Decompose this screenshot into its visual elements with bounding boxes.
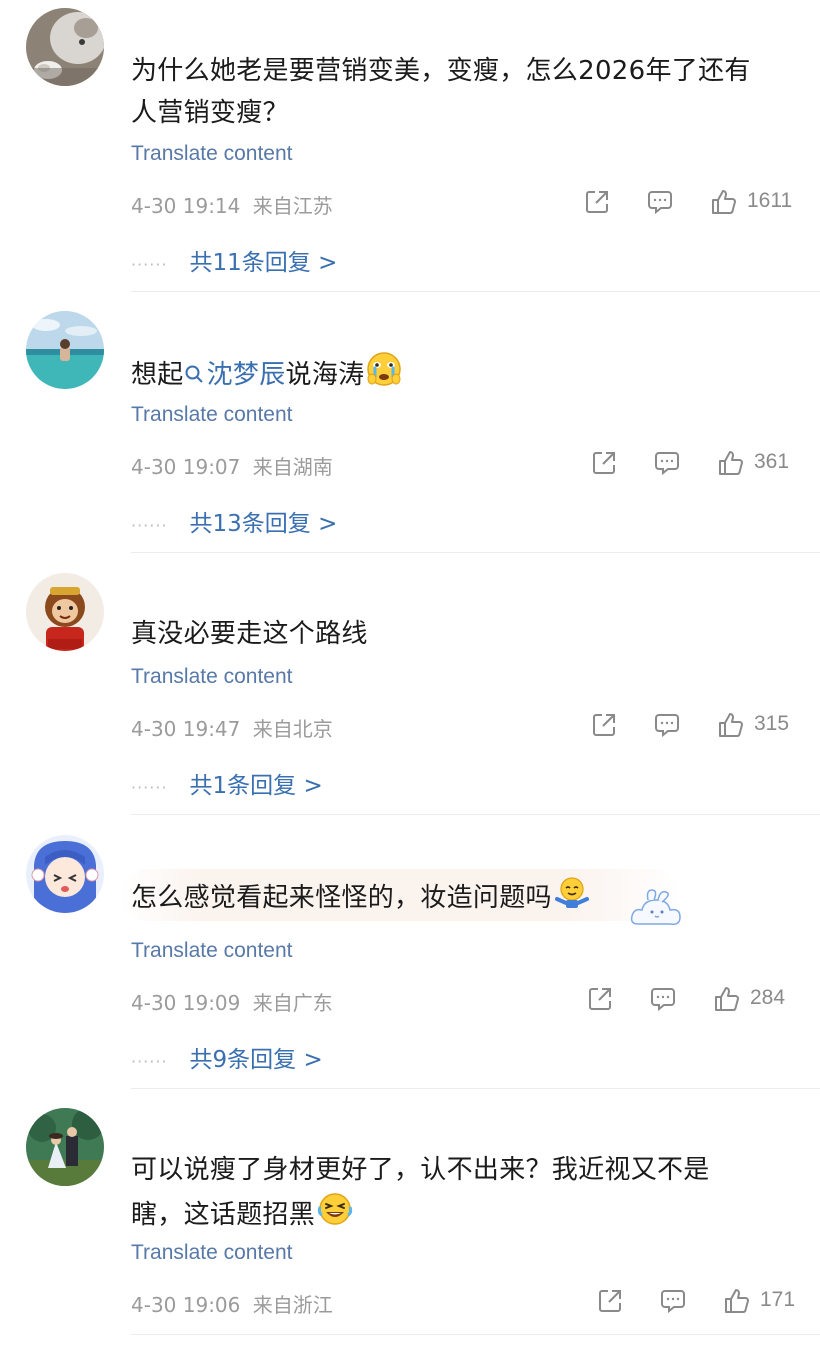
comment-text-line: 为什么她老是要营销变美，变瘦，怎么2026年了还有 (131, 56, 751, 86)
avatar-cartoon-monkey-image (26, 573, 104, 651)
like-count: 284 (750, 986, 786, 1009)
comment-text-line: 可以说瘦了身材更好了，认不出来？我近视又不是 (131, 1155, 710, 1185)
comment-text: 怎么感觉看起来怪怪的，妆造问题吗 (131, 874, 801, 923)
share-icon[interactable] (596, 1287, 624, 1319)
translate-link[interactable]: Translate content (131, 403, 292, 427)
share-icon[interactable] (590, 711, 618, 743)
comment-time: 4-30 19:06 (131, 1293, 241, 1317)
comment-text-line: 人营销变瘦？ (131, 98, 289, 128)
avatar-anime-girl-image (26, 835, 104, 913)
mention-name: 沈梦辰 (206, 360, 286, 390)
comment-item: 怎么感觉看起来怪怪的，妆造问题吗 Translate content 4-30 … (0, 816, 820, 1090)
comment-actions: 284 (586, 985, 800, 1017)
view-replies-link[interactable]: ······ 共11条回复 > (131, 243, 337, 277)
comment-actions: 171 (596, 1287, 800, 1319)
translate-link[interactable]: Translate content (131, 939, 292, 963)
avatar[interactable] (26, 835, 104, 913)
like-count: 171 (760, 1288, 796, 1311)
comment-location: 来自北京 (252, 717, 333, 741)
translate-link[interactable]: Translate content (131, 1241, 292, 1265)
comment-location: 来自广东 (252, 991, 333, 1015)
divider (131, 1088, 820, 1089)
avatar[interactable] (26, 8, 104, 86)
laughing-crying-face-emoji-icon (317, 1191, 353, 1240)
comment-time: 4-30 19:47 (131, 717, 241, 741)
search-icon (184, 355, 204, 397)
avatar[interactable] (26, 573, 104, 651)
comment-actions: 361 (590, 449, 800, 481)
view-replies-link[interactable]: ······ 共13条回复 > (131, 504, 337, 538)
comment-text-part: 说海涛 (285, 360, 365, 390)
comment-time: 4-30 19:07 (131, 455, 241, 479)
comment-item: 想起 沈梦辰说海涛 Translate content 4-30 19:07 来自… (0, 292, 820, 554)
share-icon[interactable] (583, 188, 611, 220)
dots-glyph: ······ (131, 778, 168, 797)
comment-icon[interactable] (649, 985, 677, 1017)
comment-location: 来自湖南 (252, 455, 333, 479)
comment-text-part: 怎么感觉看起来怪怪的，妆造问题吗 (131, 883, 552, 913)
comment-text: 真没必要走这个路线 (131, 619, 368, 649)
divider (131, 1334, 820, 1335)
comment-location: 来自江苏 (252, 194, 333, 218)
comment-meta: 4-30 19:07 来自湖南 (131, 451, 333, 480)
comment-item: 为什么她老是要营销变美，变瘦，怎么2026年了还有 人营销变瘦？ Transla… (0, 0, 820, 292)
avatar-cat-image (26, 8, 104, 86)
replies-count: 共1条回复 > (189, 773, 323, 799)
avatar-beach-image (26, 311, 104, 389)
share-icon[interactable] (590, 449, 618, 481)
comment-text-line: 瞎，这话题招黑 (131, 1200, 316, 1230)
share-icon[interactable] (586, 985, 614, 1017)
comment-time: 4-30 19:14 (131, 194, 241, 218)
cloud-bunny-sticker-icon (628, 886, 684, 936)
comment-text: 想起 沈梦辰说海涛 (131, 351, 801, 400)
comment-actions: 1611 (583, 188, 803, 220)
comment-text-part: 想起 (131, 360, 184, 390)
shrugging-face-emoji-icon (554, 874, 590, 923)
dots-glyph: ······ (131, 255, 168, 274)
comment-location: 来自浙江 (252, 1293, 333, 1317)
like-count: 361 (754, 450, 790, 473)
thumbs-up-icon[interactable] (723, 1287, 751, 1319)
comment-actions: 315 (590, 711, 800, 743)
view-replies-link[interactable]: ······ 共9条回复 > (131, 1040, 323, 1074)
divider (131, 552, 820, 553)
comment-icon[interactable] (659, 1287, 687, 1319)
thumbs-up-icon[interactable] (713, 985, 741, 1017)
thumbs-up-icon[interactable] (717, 711, 745, 743)
thumbs-up-icon[interactable] (710, 188, 738, 220)
like-count: 1611 (747, 189, 793, 212)
translate-link[interactable]: Translate content (131, 665, 292, 689)
comment-icon[interactable] (646, 188, 674, 220)
comment-item: 可以说瘦了身材更好了，认不出来？我近视又不是 瞎，这话题招黑 Translate… (0, 1090, 820, 1352)
comment-icon[interactable] (653, 449, 681, 481)
comment-meta: 4-30 19:09 来自广东 (131, 987, 333, 1016)
comment-item: 真没必要走这个路线 Translate content 4-30 19:47 来… (0, 554, 820, 816)
replies-count: 共11条回复 > (189, 250, 338, 276)
comment-meta: 4-30 19:14 来自江苏 (131, 190, 333, 219)
avatar-painting-image (26, 1108, 104, 1186)
like-count: 315 (754, 712, 790, 735)
comment-text: 为什么她老是要营销变美，变瘦，怎么2026年了还有 人营销变瘦？ (131, 50, 801, 134)
translate-link[interactable]: Translate content (131, 142, 292, 166)
replies-count: 共9条回复 > (189, 1047, 323, 1073)
dots-glyph: ······ (131, 1052, 168, 1071)
comment-icon[interactable] (653, 711, 681, 743)
crying-face-emoji-icon (366, 351, 402, 400)
thumbs-up-icon[interactable] (717, 449, 745, 481)
comment-meta: 4-30 19:06 来自浙江 (131, 1289, 333, 1318)
comment-text: 可以说瘦了身材更好了，认不出来？我近视又不是 瞎，这话题招黑 (131, 1149, 801, 1240)
comment-meta: 4-30 19:47 来自北京 (131, 713, 333, 742)
replies-count: 共13条回复 > (189, 511, 338, 537)
view-replies-link[interactable]: ······ 共1条回复 > (131, 766, 323, 800)
avatar[interactable] (26, 311, 104, 389)
avatar[interactable] (26, 1108, 104, 1186)
comment-time: 4-30 19:09 (131, 991, 241, 1015)
user-mention-link[interactable]: 沈梦辰 (184, 360, 286, 390)
dots-glyph: ······ (131, 516, 168, 535)
divider (131, 814, 820, 815)
